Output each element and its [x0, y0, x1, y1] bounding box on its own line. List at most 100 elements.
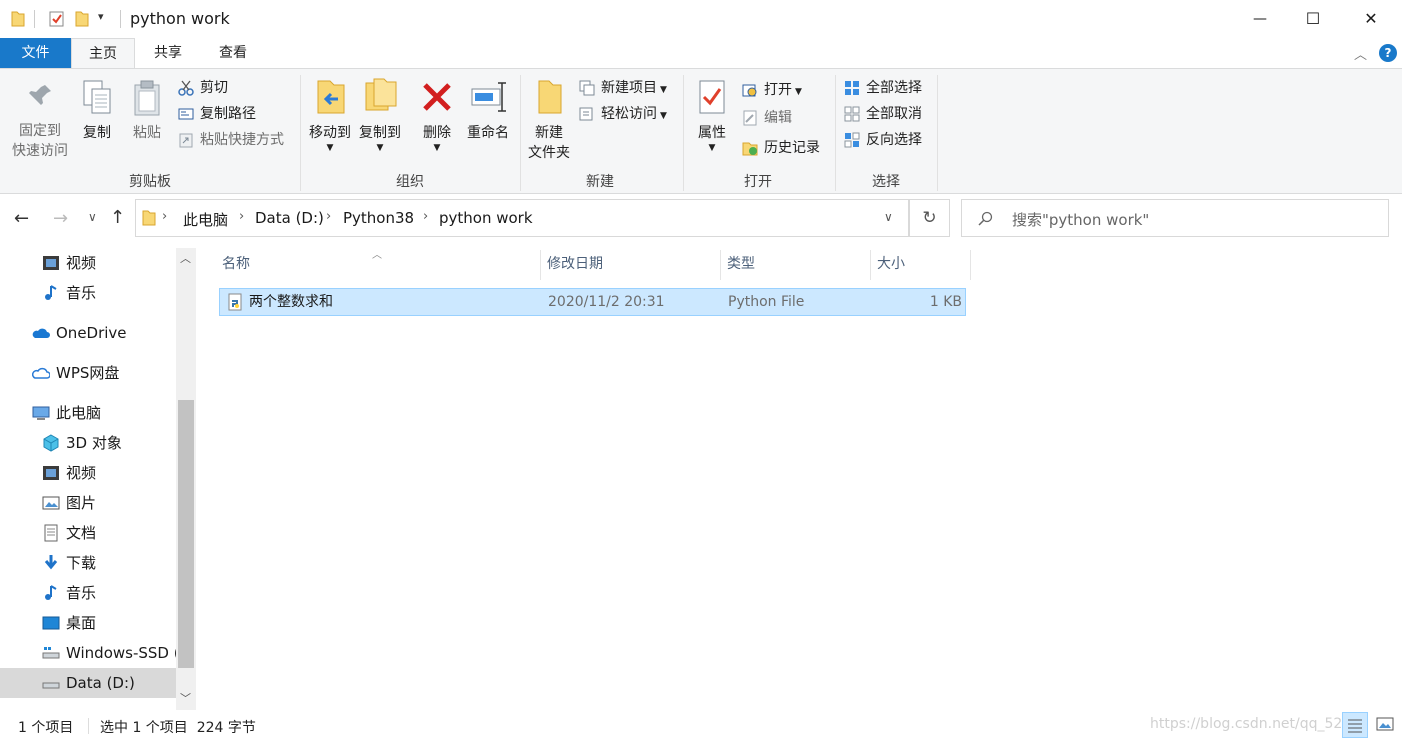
paste-shortcut-button[interactable]: 粘贴快捷方式: [178, 129, 284, 151]
divider: [908, 200, 909, 236]
copy-to-button[interactable]: 复制到 ▼: [356, 77, 404, 153]
new-item-button[interactable]: 新建项目 ▼: [579, 77, 667, 99]
nav-item-documents[interactable]: 文档: [42, 518, 172, 548]
copy-button[interactable]: 复制: [76, 79, 118, 143]
column-separator[interactable]: [970, 250, 971, 280]
nav-item-pictures[interactable]: 图片: [42, 488, 172, 518]
paste-button[interactable]: 粘贴: [126, 79, 168, 143]
breadcrumb-python38[interactable]: Python38: [343, 209, 414, 227]
nav-item-downloads[interactable]: 下载: [42, 548, 172, 578]
recent-locations-chevron-icon[interactable]: ∨: [88, 210, 97, 224]
history-label: 历史记录: [764, 140, 820, 156]
nav-item-videos-quick[interactable]: 视频: [42, 248, 172, 278]
dropdown-arrow-icon: ▼: [376, 143, 384, 153]
collapse-ribbon-icon[interactable]: ︿: [1354, 44, 1367, 63]
new-folder-quick-icon[interactable]: [74, 10, 90, 28]
copy-to-label: 复制到: [359, 125, 401, 141]
nav-item-music[interactable]: 音乐: [42, 578, 172, 608]
group-separator: [520, 75, 521, 191]
tab-share[interactable]: 共享: [137, 38, 199, 68]
pin-quick-access-button[interactable]: 固定到 快速访问: [6, 81, 74, 161]
divider: [88, 718, 89, 734]
properties-button[interactable]: 属性 ▼: [690, 77, 734, 153]
refresh-icon[interactable]: ↻: [910, 199, 950, 237]
nav-item-windows-ssd[interactable]: Windows-SSD (: [42, 638, 176, 668]
delete-button[interactable]: 删除 ▼: [418, 77, 456, 153]
documents-icon: [44, 524, 58, 542]
help-icon[interactable]: ?: [1379, 44, 1397, 62]
scroll-up-arrow-icon[interactable]: ︿: [180, 250, 191, 266]
breadcrumb-separator-icon: ›: [423, 209, 429, 224]
properties-quick-icon[interactable]: [48, 10, 66, 28]
status-bar: 1 个项目 选中 1 个项目 224 字节 https://blog.csdn.…: [0, 710, 1402, 742]
computer-icon: [32, 406, 50, 420]
dropdown-arrow-icon: ▼: [433, 143, 441, 153]
column-header-name[interactable]: 名称: [216, 248, 540, 280]
nav-item-desktop[interactable]: 桌面: [42, 608, 172, 638]
breadcrumb-this-pc[interactable]: 此电脑: [183, 209, 228, 230]
nav-item-onedrive[interactable]: OneDrive: [32, 318, 172, 348]
up-arrow-icon[interactable]: ↑: [110, 207, 125, 228]
nav-item-3d-objects[interactable]: 3D 对象: [42, 428, 172, 458]
column-header-type[interactable]: 类型: [721, 248, 871, 280]
video-icon: [43, 256, 59, 270]
maximize-button[interactable]: ☐: [1288, 4, 1338, 34]
dropdown-arrow-icon: ▼: [326, 143, 334, 153]
easy-access-button[interactable]: 轻松访问 ▼: [579, 103, 667, 125]
tab-home[interactable]: 主页: [71, 38, 135, 69]
minimize-button[interactable]: —: [1232, 4, 1288, 34]
details-view-button[interactable]: [1342, 712, 1368, 738]
large-icons-view-button[interactable]: [1372, 712, 1398, 738]
move-to-button[interactable]: 移动到 ▼: [306, 77, 354, 153]
file-row[interactable]: 两个整数求和 2020/11/2 20:31 Python File 1 KB: [219, 288, 966, 316]
nav-label: 视频: [66, 464, 97, 482]
new-folder-button[interactable]: 新建 文件夹: [525, 77, 573, 163]
back-arrow-icon[interactable]: ←: [14, 208, 29, 229]
close-button[interactable]: ✕: [1344, 4, 1398, 34]
select-none-label: 全部取消: [866, 106, 922, 122]
divider: [34, 10, 35, 28]
column-header-modified[interactable]: 修改日期: [541, 248, 721, 280]
move-to-label: 移动到: [309, 125, 351, 141]
nav-item-this-pc[interactable]: 此电脑: [32, 398, 172, 428]
open-button[interactable]: 打开 ▼: [742, 79, 802, 101]
forward-arrow-icon[interactable]: →: [53, 208, 68, 229]
cut-button[interactable]: 剪切: [178, 77, 228, 99]
edit-icon: [743, 110, 757, 126]
navigation-scrollbar[interactable]: ︿ ﹀: [176, 248, 196, 710]
invert-selection-button[interactable]: 反向选择: [844, 129, 922, 151]
rename-button[interactable]: 重命名: [463, 77, 513, 143]
navigation-pane: 视频 音乐 OneDrive WPS网盘 此电脑 3D 对象 视频 图片 文档 …: [0, 248, 196, 708]
address-bar[interactable]: › 此电脑 › Data (D:) › Python38 › python wo…: [135, 199, 910, 237]
onedrive-icon: [32, 328, 50, 338]
new-folder-label-1: 新建: [535, 125, 563, 141]
scroll-down-arrow-icon[interactable]: ﹀: [180, 690, 191, 706]
nav-item-wps[interactable]: WPS网盘: [32, 358, 172, 388]
nav-label: 音乐: [66, 584, 97, 602]
paste-icon: [134, 80, 160, 116]
nav-label: OneDrive: [56, 324, 127, 342]
select-all-button[interactable]: 全部选择: [844, 77, 922, 99]
address-history-chevron-icon[interactable]: ∨: [884, 210, 893, 224]
breadcrumb-separator-icon: ›: [239, 209, 245, 224]
edit-button[interactable]: 编辑: [742, 107, 792, 129]
tab-file[interactable]: 文件: [0, 38, 71, 68]
3d-objects-icon: [43, 434, 59, 452]
item-count: 1 个项目: [18, 720, 74, 736]
tab-view[interactable]: 查看: [201, 38, 265, 68]
scrollbar-thumb[interactable]: [178, 400, 194, 668]
select-none-button[interactable]: 全部取消: [844, 103, 922, 125]
nav-item-videos[interactable]: 视频: [42, 458, 172, 488]
nav-item-music-quick[interactable]: 音乐: [42, 278, 172, 308]
history-button[interactable]: 历史记录: [742, 137, 820, 159]
group-label-new: 新建: [586, 174, 614, 190]
nav-item-data-drive[interactable]: Data (D:): [0, 668, 176, 698]
customize-quick-access-icon[interactable]: ▾: [98, 10, 104, 23]
pin-icon: [29, 85, 51, 105]
column-header-size[interactable]: 大小: [871, 248, 971, 280]
breadcrumb-python-work[interactable]: python work: [439, 209, 533, 227]
file-list-area[interactable]: [196, 248, 1402, 708]
copy-path-button[interactable]: 复制路径: [178, 103, 256, 125]
breadcrumb-data-drive[interactable]: Data (D:): [255, 209, 324, 227]
search-box[interactable]: 搜索"python work": [961, 199, 1389, 237]
